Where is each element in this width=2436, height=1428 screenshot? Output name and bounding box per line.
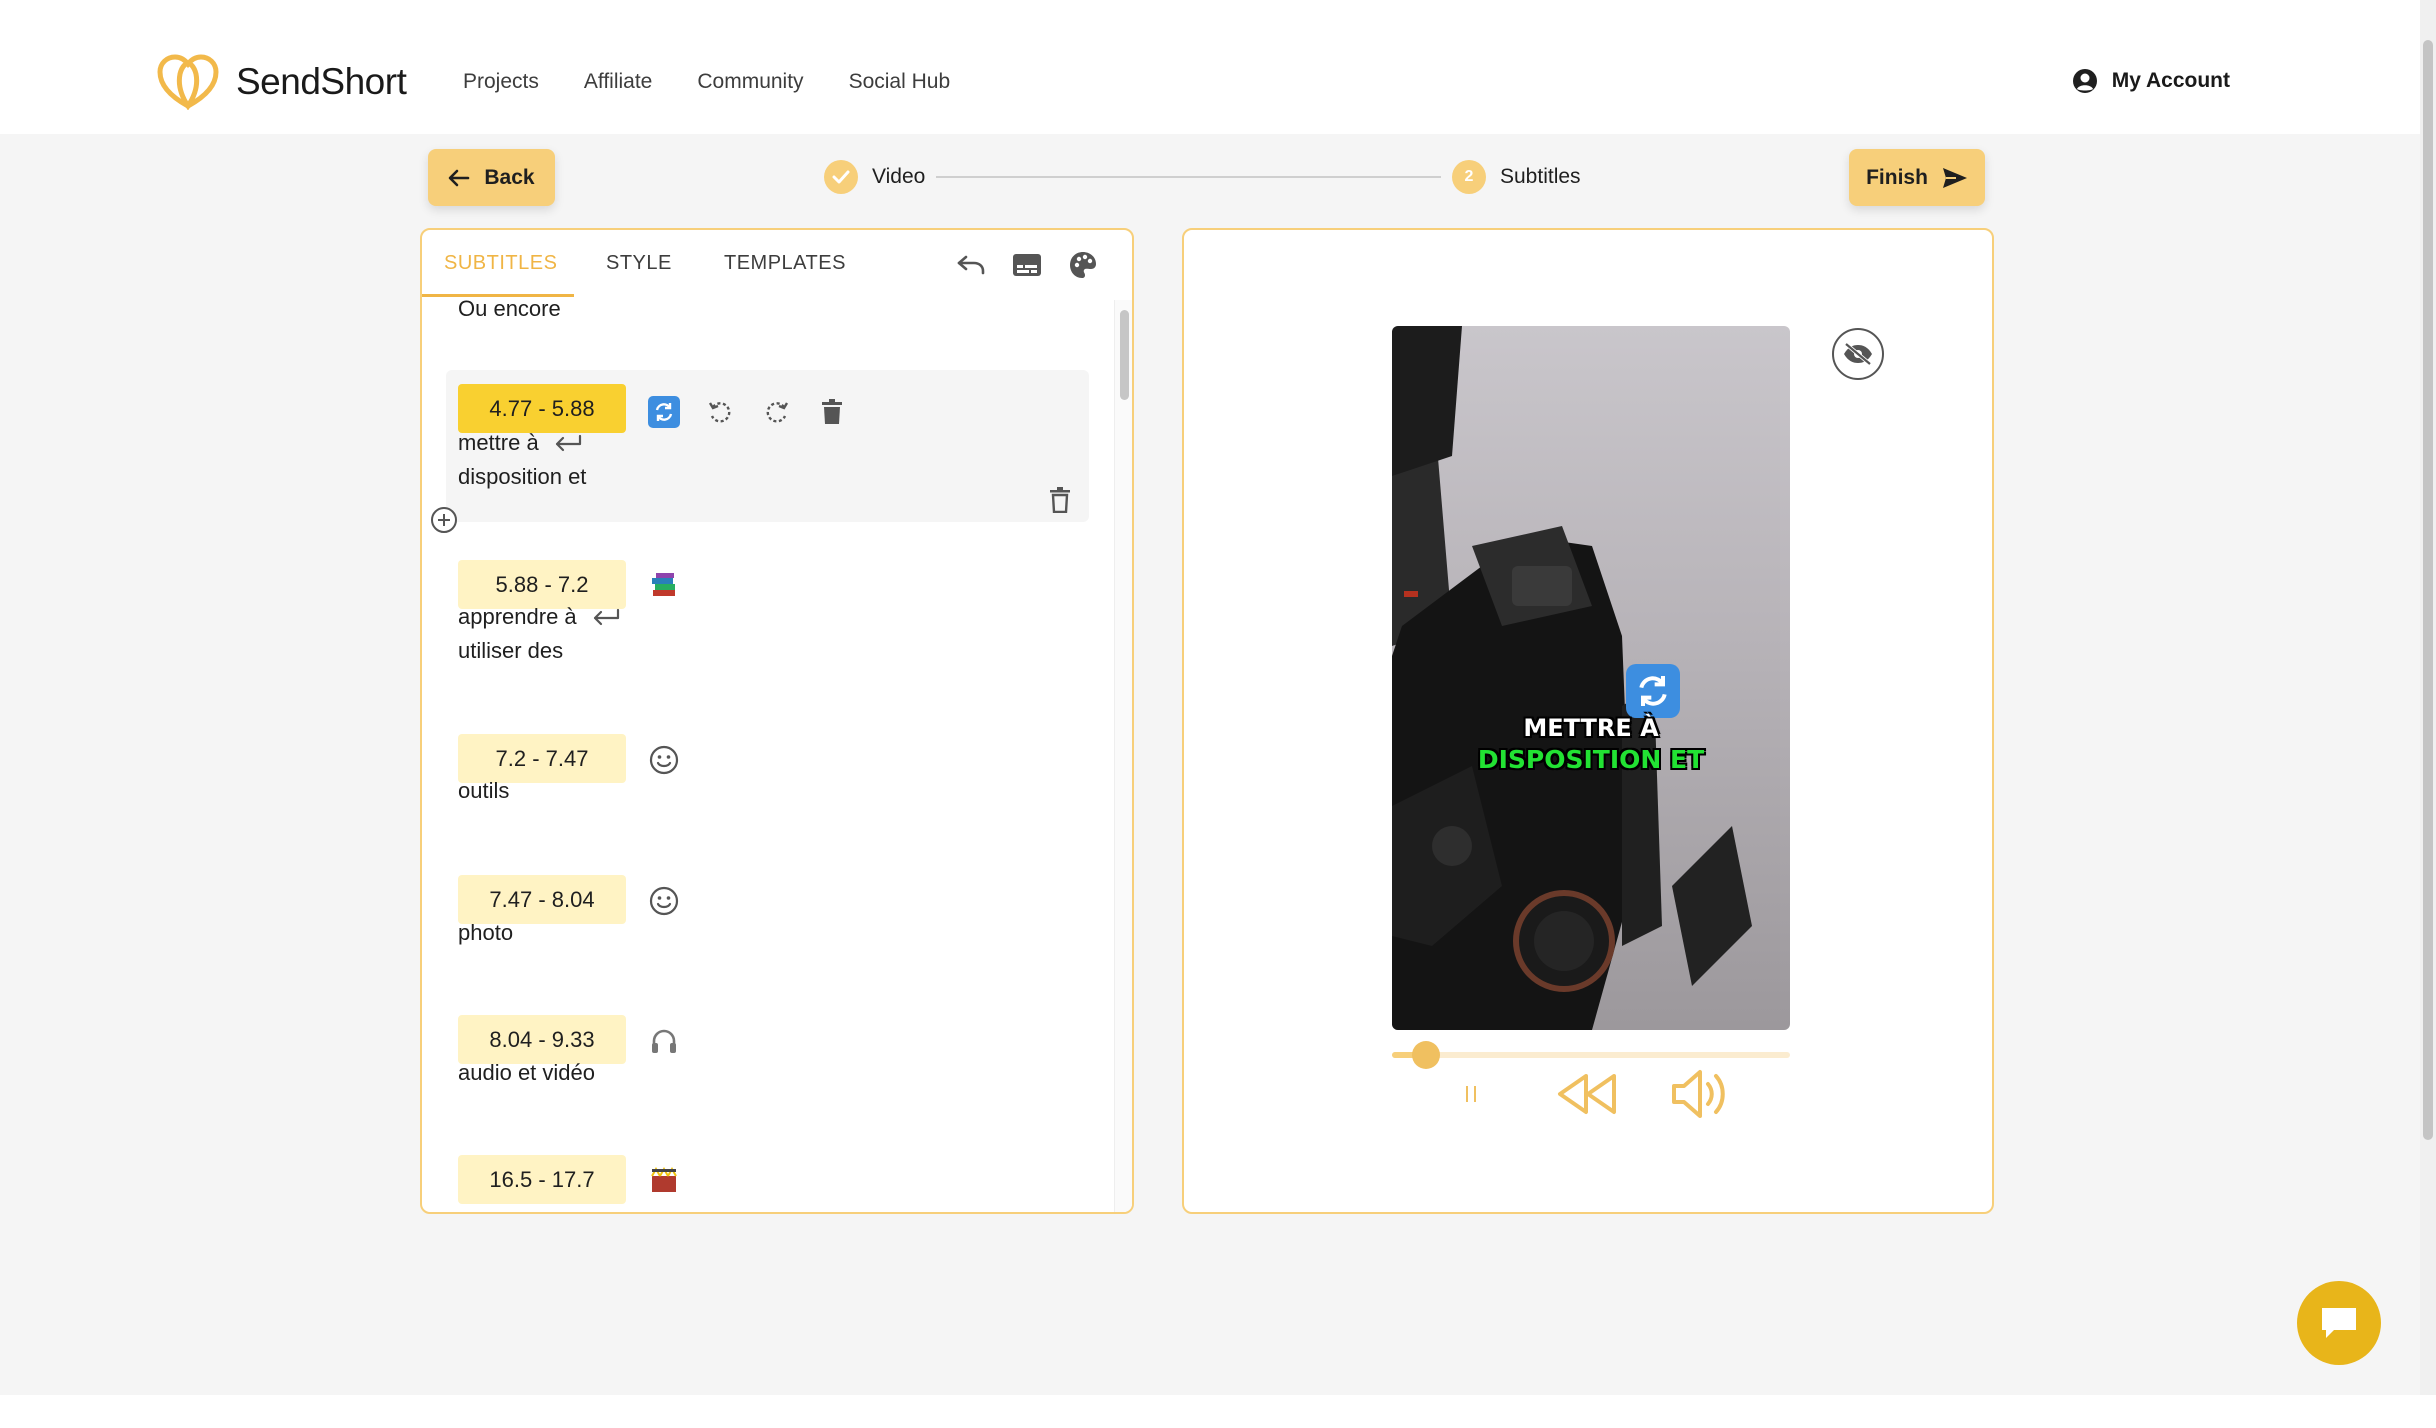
tab-style[interactable]: STYLE [606,252,672,275]
active-tab-indicator [422,294,574,297]
segment-line: photo [458,920,514,945]
clapperboard-icon [651,1166,677,1192]
subtitles-icon[interactable] [1010,248,1044,282]
video-preview-panel: METTRE À DISPOSITION ET [1182,228,1994,1214]
segment-line: utiliser des [458,638,564,663]
account-label: My Account [2111,69,2230,92]
caption-emoji [1626,664,1680,718]
books-icon [652,573,675,596]
segment-text[interactable]: apprendre à utiliser des [458,600,621,668]
smiley-icon[interactable] [648,744,680,776]
step-number: 2 [1452,160,1486,194]
video-caption: METTRE À DISPOSITION ET [1392,712,1790,776]
account-menu[interactable]: My Account [2072,68,2230,94]
segment-emoji[interactable] [648,1025,680,1057]
page-scrollbar-thumb[interactable] [2423,40,2433,1140]
segment-emoji[interactable] [648,570,680,602]
nav-community[interactable]: Community [697,70,803,94]
rotate-left-icon[interactable] [704,396,736,428]
list-scrollbar[interactable] [1114,300,1132,1212]
refresh-arrows-icon [655,403,673,421]
subtitle-editor-panel: SUBTITLES STYLE TEMPLATES Ou encore 4.77… [420,228,1134,1214]
video-preview[interactable]: METTRE À DISPOSITION ET [1392,326,1790,1030]
main-nav: Projects Affiliate Community Social Hub [463,70,950,94]
brand-logo[interactable]: SendShort [156,54,407,110]
list-scrollbar-thumb[interactable] [1120,310,1129,400]
headphones-icon [652,1029,676,1053]
volume-icon[interactable] [1670,1066,1734,1127]
video-frame [1392,326,1752,1030]
step-connector [936,176,1441,178]
back-button[interactable]: Back [428,149,555,206]
segment-text[interactable]: mettre à disposition et [458,426,586,494]
segment-line: disposition et [458,464,587,489]
segment-text[interactable]: audio et vidéo [458,1056,595,1090]
back-label: Back [484,165,535,189]
segment-text[interactable]: photo [458,916,513,950]
palette-icon[interactable] [1066,248,1100,282]
step-subtitles: 2 Subtitles [1452,160,1581,194]
add-segment-icon[interactable] [430,506,458,534]
segment-text[interactable]: outils [458,774,509,808]
undo-icon[interactable] [954,248,988,282]
arrow-left-icon [449,169,470,186]
step-video: Video [824,160,925,194]
brand-name: SendShort [236,61,407,102]
editor-tabs: SUBTITLES STYLE TEMPLATES [422,230,1112,298]
tab-subtitles[interactable]: SUBTITLES [444,252,557,275]
chat-bubble-icon [2322,1308,2356,1338]
page-scrollbar[interactable] [2420,0,2436,1395]
page-bottom [0,1395,2436,1428]
rewind-icon[interactable] [1556,1070,1620,1123]
line-break-icon [555,435,581,452]
segment-emoji[interactable] [648,396,680,428]
segment-line: audio et vidéo [458,1060,595,1085]
nav-social-hub[interactable]: Social Hub [849,70,951,94]
rotate-right-icon[interactable] [761,396,793,428]
delete-segment-icon[interactable] [1044,484,1076,516]
check-icon [824,160,858,194]
hide-eye-icon[interactable] [1832,328,1884,380]
nav-projects[interactable]: Projects [463,70,539,94]
segment-text-partial[interactable]: Ou encore [458,300,561,326]
video-progress-bar[interactable] [1392,1041,1790,1069]
user-circle-icon [2072,69,2097,93]
refresh-arrows-icon [1639,676,1667,706]
caption-line-1: METTRE À [1523,714,1659,742]
finish-label: Finish [1866,165,1928,189]
line-break-icon [593,609,619,626]
segment-emoji[interactable] [648,1164,680,1196]
tab-templates[interactable]: TEMPLATES [724,252,846,275]
pause-icon[interactable] [1456,1078,1486,1113]
subtitle-segment-list[interactable]: Ou encore 4.77 - 5.88 mettre à dispositi… [422,300,1112,1212]
segment-line: mettre à [458,430,539,455]
segment-line: outils [458,778,510,803]
nav-affiliate[interactable]: Affiliate [584,70,653,94]
caption-line-2: DISPOSITION ET [1477,745,1705,774]
finish-button[interactable]: Finish [1849,149,1985,206]
top-header: SendShort Projects Affiliate Community S… [0,0,2420,134]
heart-logo-icon [157,54,219,110]
step-video-label: Video [872,165,926,188]
delete-emoji-icon[interactable] [816,396,848,428]
segment-time-chip[interactable]: 16.5 - 17.7 [458,1155,626,1204]
chat-support-button[interactable] [2297,1281,2381,1365]
send-icon [1942,167,1967,188]
step-subtitles-label: Subtitles [1500,165,1581,188]
smiley-icon[interactable] [648,885,680,917]
segment-line: apprendre à [458,604,577,629]
progress-knob[interactable] [1411,1041,1440,1069]
